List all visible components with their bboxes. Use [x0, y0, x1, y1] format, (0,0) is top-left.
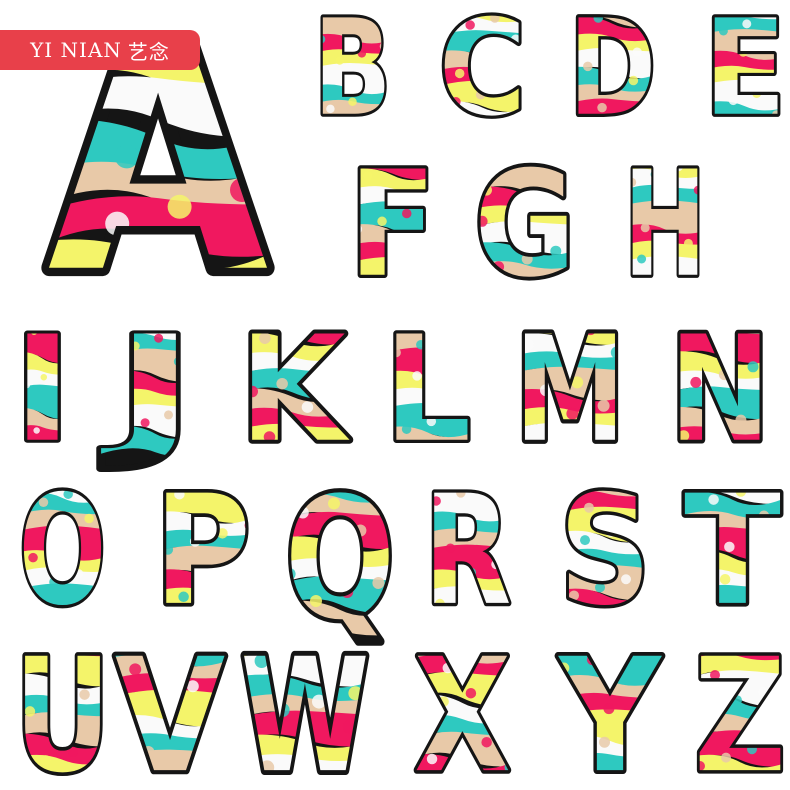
- letter-patch-fill: [669, 314, 771, 457]
- letter-patch-x: XX: [410, 620, 515, 790]
- letter-patch-i: II: [10, 303, 76, 478]
- letter-patch-q: QQ: [280, 457, 400, 661]
- letter-patch-w-graphic: WW: [236, 619, 375, 790]
- letter-patch-fill: [154, 471, 251, 620]
- letter-patch-g: GG: [470, 137, 580, 314]
- letter-patch-fill: [114, 629, 226, 787]
- letter-patch-w: WW: [235, 619, 375, 790]
- letter-patch-fill: [348, 145, 437, 292]
- letter-patch-fill: [18, 467, 107, 620]
- letter-patch-fill: [284, 472, 396, 636]
- letter-patch-h-graphic: HH: [620, 138, 709, 313]
- letter-patch-fill: [313, 0, 392, 129]
- letter-patch-c: CC: [435, 0, 530, 149]
- letter-patch-t: TT: [680, 459, 785, 642]
- letter-patch-l: LL: [380, 302, 475, 478]
- letter-patch-b: BB: [310, 0, 395, 149]
- letter-patch-p: PP: [150, 459, 255, 642]
- letter-patch-e: EE: [700, 0, 790, 149]
- letter-patch-c-graphic: CC: [435, 0, 530, 149]
- letter-patch-d-graphic: DD: [565, 0, 660, 149]
- letter-patch-z: ZZ: [690, 621, 790, 790]
- letter-patch-h: HH: [620, 138, 710, 313]
- letter-patch-l-graphic: LL: [380, 302, 474, 478]
- letter-patch-f-graphic: FF: [345, 137, 439, 313]
- letter-patch-fill: [568, 0, 657, 130]
- letter-patch-k: KK: [235, 302, 355, 479]
- letter-patch-y: YY: [554, 620, 667, 790]
- letter-patch-b-graphic: BB: [310, 0, 395, 149]
- letter-patch-fill: [703, 0, 787, 130]
- letter-patch-v-graphic: VV: [111, 620, 230, 790]
- letter-patch-d: DD: [565, 0, 660, 149]
- letter-patch-fill: [383, 315, 472, 457]
- letter-patch-fill: [423, 470, 512, 620]
- letter-patch-u: UU: [10, 620, 115, 790]
- letter-patch-e-graphic: EE: [700, 0, 789, 149]
- letter-patch-fill: [414, 633, 511, 788]
- letter-patch-z-graphic: ZZ: [691, 621, 790, 790]
- letter-patch-q-graphic: QQ: [281, 457, 400, 661]
- letter-patch-s-graphic: SS: [556, 459, 655, 642]
- letter-patch-t-graphic: TT: [681, 459, 785, 642]
- brand-chinese-text: 艺念: [127, 39, 170, 64]
- brand-badge: YI NIAN 艺念: [0, 30, 200, 70]
- letter-patch-o-graphic: OO: [15, 460, 109, 643]
- letter-patch-p-graphic: PP: [151, 459, 255, 642]
- letter-patch-fill: [557, 632, 663, 787]
- letter-patch-g-graphic: GG: [471, 137, 580, 314]
- letter-patch-s: SS: [555, 459, 655, 642]
- brand-latin-text: YI NIAN: [30, 38, 122, 62]
- letter-patch-fill: [684, 469, 781, 620]
- letter-patch-fill: [240, 634, 370, 787]
- letter-patch-m: MM: [510, 302, 630, 479]
- letter-patch-fill: [694, 634, 786, 787]
- alphabet-patch-grid: AABBCCDDEEFFGGHHIIJJKKLLMMNNOOPPQQRRSSTT…: [0, 0, 790, 790]
- letter-patch-x-graphic: XX: [411, 620, 515, 790]
- letter-patch-r-graphic: RR: [420, 460, 514, 643]
- letter-patch-fill: [12, 313, 73, 457]
- letter-patch-n-graphic: NN: [666, 302, 775, 479]
- letter-patch-j-graphic: JJ: [97, 303, 200, 478]
- letter-patch-u-graphic: UU: [11, 620, 115, 790]
- letter-patch-m-graphic: MM: [511, 302, 630, 479]
- letter-patch-o: OO: [15, 460, 110, 643]
- letter-patch-i-graphic: II: [10, 303, 76, 478]
- letter-patch-fill: [514, 310, 626, 457]
- letter-patch-k-graphic: KK: [236, 302, 355, 479]
- letter-patch-n: NN: [665, 302, 775, 479]
- letter-patch-j: JJ: [97, 303, 200, 478]
- letter-patch-fill: [239, 312, 351, 457]
- letter-patch-fill: [623, 144, 707, 292]
- letter-patch-y-graphic: YY: [554, 620, 667, 790]
- letter-patch-r: RR: [420, 460, 515, 643]
- letter-patch-f: FF: [345, 137, 440, 313]
- letter-patch-fill: [559, 472, 651, 620]
- letter-patch-fill: [438, 0, 527, 130]
- letter-patch-fill: [474, 149, 576, 292]
- letter-patch-fill: [14, 634, 111, 787]
- letter-patch-v: VV: [110, 620, 230, 790]
- letter-patch-fill: [100, 314, 197, 457]
